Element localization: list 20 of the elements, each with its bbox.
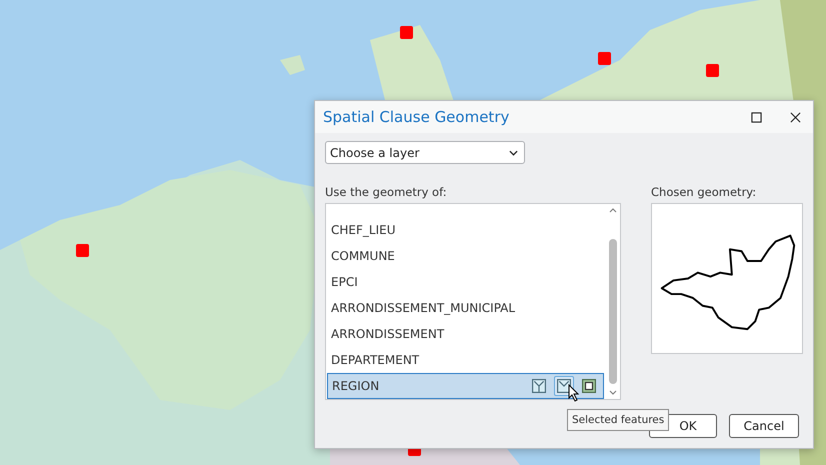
scroll-down-icon[interactable] <box>608 390 616 395</box>
close-icon[interactable] <box>790 112 801 122</box>
scroll-up-icon[interactable] <box>608 208 616 213</box>
chevron-down-icon <box>509 150 518 156</box>
layer-geometry-icon[interactable] <box>529 376 549 396</box>
layer-dropdown[interactable]: Choose a layer <box>325 141 525 164</box>
layer-list-item[interactable]: EPCI <box>327 269 604 295</box>
layer-list-item[interactable]: ARRONDISSEMENT <box>327 321 604 347</box>
layer-list-item[interactable]: COMMUNE <box>327 243 604 269</box>
tooltip: Selected features <box>567 409 670 431</box>
preview-label: Chosen geometry: <box>651 185 758 201</box>
layer-list-item[interactable]: CHEF_LIEU <box>327 217 604 243</box>
window-title: Spatial Clause Geometry <box>323 108 510 126</box>
maximize-icon[interactable] <box>751 112 762 122</box>
layer-list-item[interactable]: REGION <box>327 373 604 399</box>
layer-list-item[interactable]: DEPARTEMENT <box>327 347 604 373</box>
list-label: Use the geometry of: <box>325 185 448 201</box>
layer-list-item[interactable]: ARRONDISSEMENT_MUNICIPAL <box>327 295 604 321</box>
cancel-button[interactable]: Cancel <box>729 414 799 438</box>
extent-icon[interactable] <box>579 376 599 396</box>
